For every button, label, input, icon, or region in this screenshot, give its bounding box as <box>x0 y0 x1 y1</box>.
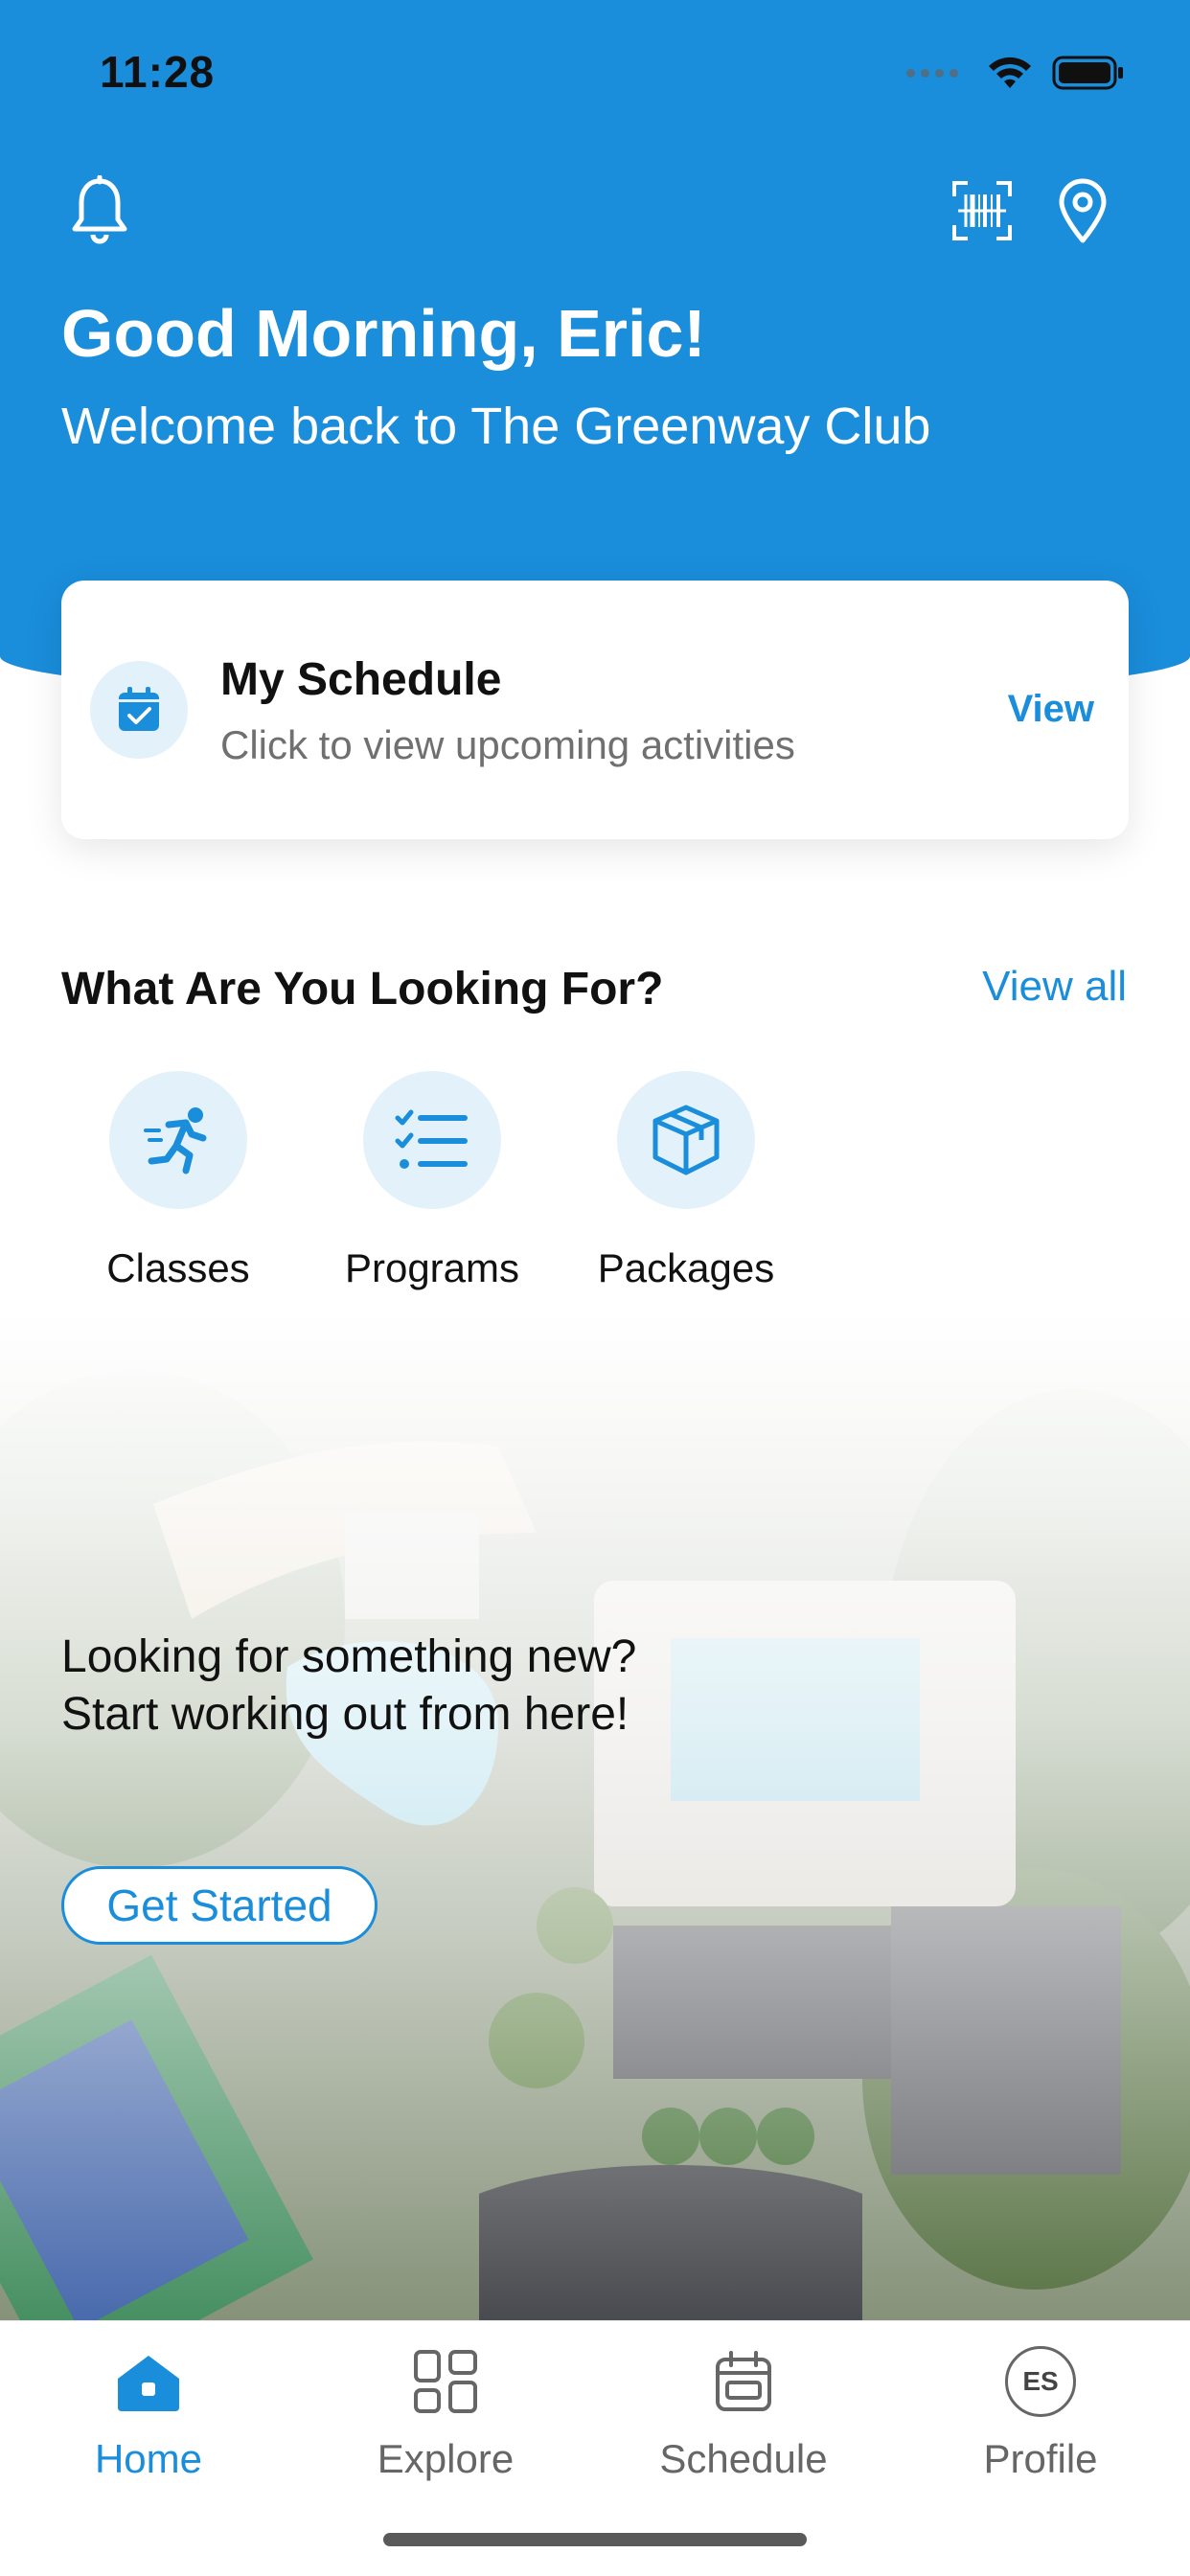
tab-profile[interactable]: ES Profile <box>926 2338 1156 2482</box>
category-classes[interactable]: Classes <box>68 1071 288 1291</box>
category-label: Packages <box>597 1245 775 1290</box>
status-indicators <box>906 54 1125 92</box>
barcode-scan-button[interactable] <box>949 176 1016 245</box>
schedule-view-link[interactable]: View <box>1008 688 1094 731</box>
wifi-icon <box>989 57 1031 88</box>
category-label: Programs <box>344 1245 520 1290</box>
tab-explore[interactable]: Explore <box>331 2338 561 2482</box>
package-box-icon <box>652 1105 720 1175</box>
my-schedule-card[interactable]: My Schedule Click to view upcoming activ… <box>61 581 1129 839</box>
tab-label: Explore <box>377 2436 515 2481</box>
schedule-icon-badge <box>90 661 188 759</box>
notification-button[interactable] <box>65 172 134 249</box>
running-icon <box>144 1107 207 1174</box>
section-title: What Are You Looking For? <box>61 964 664 1014</box>
barcode-scan-icon <box>952 181 1012 240</box>
avatar: ES <box>1005 2346 1076 2417</box>
calendar-check-icon <box>119 687 159 731</box>
category-icon-circle <box>363 1071 501 1209</box>
schedule-card-title: My Schedule <box>220 654 502 705</box>
category-icon-circle <box>109 1071 247 1209</box>
location-button[interactable] <box>1052 172 1113 249</box>
tab-icon-wrap <box>331 2338 561 2425</box>
tab-schedule[interactable]: Schedule <box>629 2338 858 2482</box>
greeting-title: Good Morning, Eric! <box>61 296 706 371</box>
get-started-button[interactable]: Get Started <box>61 1866 378 1945</box>
category-label: Classes <box>106 1245 250 1290</box>
status-time: 11:28 <box>100 47 216 97</box>
tab-icon-wrap <box>34 2338 263 2425</box>
tab-label: Home <box>94 2436 203 2481</box>
aerial-fade-overlay <box>0 1312 1190 2320</box>
tab-icon-wrap <box>629 2338 858 2425</box>
promo-text: Looking for something new? Start working… <box>61 1629 790 1744</box>
bell-icon <box>72 175 127 244</box>
home-indicator[interactable] <box>383 2533 807 2546</box>
promo-line-1: Looking for something new? <box>61 1631 637 1682</box>
grid-icon <box>414 2350 477 2413</box>
club-aerial-image <box>0 1312 1190 2320</box>
tab-label: Profile <box>983 2436 1098 2481</box>
signal-icon <box>906 68 958 78</box>
tab-label: Schedule <box>659 2436 828 2481</box>
location-pin-icon <box>1059 178 1107 243</box>
category-programs[interactable]: Programs <box>322 1071 542 1291</box>
calendar-icon <box>716 2351 771 2411</box>
tab-icon-wrap: ES <box>926 2338 1156 2425</box>
home-icon <box>118 2356 179 2411</box>
category-icon-circle <box>617 1071 755 1209</box>
promo-line-2: Start working out from here! <box>61 1689 629 1740</box>
checklist-icon <box>395 1109 468 1169</box>
view-all-link[interactable]: View all <box>982 963 1127 1011</box>
schedule-card-subtitle: Click to view upcoming activities <box>220 722 795 767</box>
tab-home[interactable]: Home <box>34 2338 263 2482</box>
category-packages[interactable]: Packages <box>576 1071 796 1291</box>
battery-icon <box>1052 56 1123 90</box>
welcome-subtitle: Welcome back to The Greenway Club <box>61 398 931 455</box>
